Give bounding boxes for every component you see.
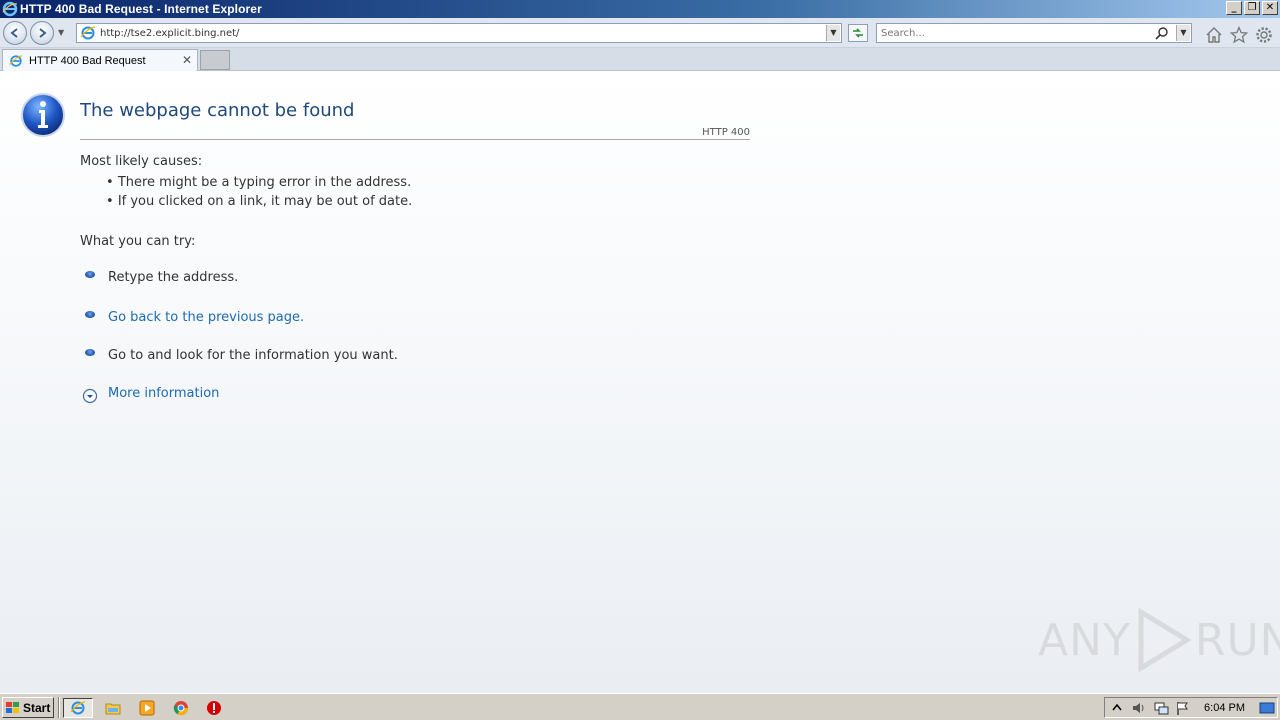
show-desktop-icon[interactable] (1259, 700, 1275, 716)
close-window-button[interactable]: ✕ (1262, 1, 1278, 15)
show-hidden-icons-icon[interactable] (1109, 700, 1125, 716)
bullet-icon (85, 271, 95, 278)
system-tray: 6:04 PM (1104, 697, 1278, 718)
taskbar-clock[interactable]: 6:04 PM (1204, 702, 1245, 714)
window-title: HTTP 400 Bad Request - Internet Explorer (20, 2, 262, 16)
page-content: The webpage cannot be found HTTP 400 Mos… (0, 72, 1280, 693)
cause-item: • There might be a typing error in the a… (106, 175, 412, 190)
volume-icon[interactable] (1131, 700, 1147, 716)
info-icon (21, 93, 65, 137)
back-arrow-icon (10, 28, 18, 38)
search-box[interactable]: ▼ (876, 23, 1192, 43)
window-controls: _ ❐ ✕ (1226, 1, 1278, 15)
new-tab-button[interactable] (200, 50, 230, 70)
http-status-code: HTTP 400 (702, 127, 750, 138)
play-logo-icon (1138, 608, 1192, 672)
try-heading: What you can try: (80, 234, 196, 249)
watermark-right-text: RUN (1194, 614, 1280, 666)
start-button[interactable]: Start (2, 697, 54, 718)
taskbar-media-player-button[interactable] (132, 698, 162, 718)
causes-heading: Most likely causes: (80, 154, 203, 169)
ie-tab-icon (9, 54, 23, 67)
forward-button[interactable] (30, 21, 54, 45)
forward-arrow-icon (39, 28, 47, 38)
taskbar-explorer-button[interactable] (98, 698, 128, 718)
address-dropdown-button[interactable]: ▼ (826, 25, 840, 41)
ie-page-icon (80, 26, 96, 40)
action-center-flag-icon[interactable] (1175, 700, 1191, 716)
search-icon[interactable] (1155, 26, 1169, 40)
refresh-icon (853, 28, 863, 38)
cause-item: • If you clicked on a link, it may be ou… (106, 194, 413, 209)
title-bar[interactable]: HTTP 400 Bad Request - Internet Explorer… (0, 0, 1280, 18)
address-bar[interactable]: ▼ (76, 23, 842, 43)
start-label: Start (23, 700, 51, 715)
search-input[interactable] (881, 27, 1151, 39)
settings-gear-icon[interactable] (1255, 26, 1273, 44)
anyrun-watermark: ANY RUN (1038, 608, 1280, 672)
taskbar: Start 6:04 PM (0, 693, 1280, 720)
tab-label: HTTP 400 Bad Request (29, 54, 146, 67)
restore-button[interactable]: ❐ (1244, 1, 1260, 15)
taskbar-chrome-button[interactable] (166, 698, 196, 718)
title-divider (80, 139, 750, 140)
go-back-link[interactable]: Go back to the previous page. (108, 310, 304, 325)
alert-icon (207, 701, 221, 715)
taskbar-ie-button[interactable] (63, 698, 93, 718)
back-button[interactable] (3, 21, 27, 45)
address-input[interactable] (100, 27, 800, 39)
network-icon[interactable] (1153, 700, 1169, 716)
tab-row: HTTP 400 Bad Request ✕ (0, 48, 1280, 71)
close-tab-icon[interactable]: ✕ (182, 53, 192, 67)
minimize-button[interactable]: _ (1226, 1, 1242, 15)
favorites-star-icon[interactable] (1230, 26, 1248, 44)
navigation-bar: ▼ ▼ ▼ (0, 18, 1280, 48)
go-to-suggestion: Go to and look for the information you w… (108, 348, 398, 363)
folder-icon (105, 703, 121, 715)
page-title: The webpage cannot be found (80, 100, 355, 121)
more-information-link[interactable]: More information (108, 386, 219, 401)
recent-pages-dropdown[interactable]: ▼ (58, 28, 68, 38)
search-dropdown-button[interactable]: ▼ (1176, 25, 1190, 41)
home-icon[interactable] (1205, 26, 1223, 44)
taskbar-separator (58, 697, 60, 718)
media-player-icon (139, 700, 155, 716)
retype-suggestion: Retype the address. (108, 270, 239, 285)
expand-chevron-icon[interactable] (82, 388, 98, 404)
windows-logo-icon (6, 701, 19, 713)
tab-http-400[interactable]: HTTP 400 Bad Request ✕ (2, 49, 198, 71)
internet-explorer-icon (2, 1, 18, 17)
chrome-icon (173, 701, 188, 715)
bullet-icon (85, 311, 95, 318)
compatibility-refresh-button[interactable] (848, 24, 868, 42)
taskbar-security-alert-button[interactable] (199, 698, 229, 718)
bullet-icon (85, 349, 95, 356)
internet-explorer-icon (70, 701, 86, 715)
watermark-left-text: ANY (1038, 614, 1131, 666)
